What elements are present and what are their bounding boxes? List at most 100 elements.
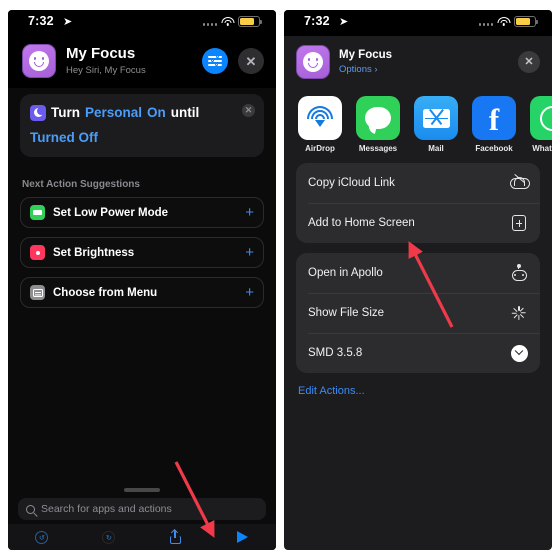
redo-button[interactable]: ↻ [75,530,142,544]
focus-moon-icon [30,104,46,121]
show-file-size-row[interactable]: Show File Size [296,293,540,333]
plus-icon[interactable]: + [245,205,254,220]
cloud-link-icon [510,173,530,192]
smd-version-row[interactable]: SMD 3.5.8 [296,333,540,373]
screenshot-stage: 7:32 ➤ My Focus Hey Siri, My Focus ✕ Tur… [0,0,560,560]
share-app-label: Mail [428,144,444,153]
action-token-personal[interactable]: Personal [85,103,142,123]
next-action-suggestions-label: Next Action Suggestions [22,179,140,191]
share-app-messages[interactable]: Messages [356,96,400,153]
share-app-airdrop[interactable]: AirDrop [298,96,342,153]
focus-smiley-icon [296,45,330,79]
share-apps-row[interactable]: AirDrop Messages Mail f Facebook WhatsAp… [284,90,552,163]
suggestion-set-low-power-mode[interactable]: Set Low Power Mode + [20,197,264,229]
add-to-home-screen-icon [510,214,528,232]
battery-low-power-icon [514,16,538,27]
signal-dots-icon [202,18,217,26]
focus-smiley-icon [22,44,56,78]
wifi-icon [221,16,234,27]
suggestion-choose-from-menu[interactable]: Choose from Menu + [20,277,264,309]
share-app-label: Messages [358,144,398,153]
left-status-bar: 7:32 ➤ [8,10,276,36]
action-card-line: Turn Personal On until Turned Off [30,103,234,147]
search-icon [26,504,35,514]
row-label: Copy iCloud Link [308,177,395,189]
action-token-until: until [170,105,200,120]
search-placeholder: Search for apps and actions [41,503,172,515]
airdrop-icon [298,96,342,140]
mail-icon [414,96,458,140]
search-input[interactable]: Search for apps and actions [18,498,266,520]
status-indicators [478,16,538,27]
share-sheet-title: My Focus [339,48,393,61]
row-label: Show File Size [308,307,385,319]
close-button[interactable]: ✕ [518,51,540,73]
close-x-icon: ✕ [524,55,534,68]
remove-x-icon[interactable]: ✕ [242,104,255,117]
shortcut-subtitle: Hey Siri, My Focus [66,64,146,76]
share-app-label: Facebook [475,144,513,153]
share-app-label: WhatsApp [532,144,552,153]
edit-actions-link[interactable]: Edit Actions... [284,383,552,397]
open-in-apollo-row[interactable]: Open in Apollo [296,253,540,293]
suggestion-set-brightness[interactable]: Set Brightness + [20,237,264,269]
undo-button[interactable]: ↺ [8,530,75,544]
share-action-group-2: Open in Apollo Show File Size SMD 3.5.8 [296,253,540,373]
shortcut-header: My Focus Hey Siri, My Focus ✕ [8,36,276,88]
chevron-down-circle-icon [510,344,528,362]
close-button[interactable]: ✕ [238,48,264,74]
share-action-group-1: Copy iCloud Link Add to Home Screen [296,163,540,243]
battery-icon [30,205,45,221]
apollo-robot-icon [510,264,528,282]
messages-icon [356,96,400,140]
status-time: 7:32 [304,14,330,28]
row-label: Open in Apollo [308,267,383,279]
whatsapp-icon [530,96,552,140]
share-app-mail[interactable]: Mail [414,96,458,153]
suggestion-label: Set Brightness [53,246,135,259]
shortcut-body: Turn Personal On until Turned Off ✕ Next… [8,88,276,550]
share-app-label: AirDrop [305,144,335,153]
redo-icon: ↻ [102,530,115,544]
share-app-facebook[interactable]: f Facebook [472,96,516,153]
row-label: Add to Home Screen [308,217,415,229]
play-icon [237,531,248,543]
menu-icon [30,285,45,301]
right-status-bar: 7:32 ➤ [284,10,552,36]
share-sheet-titles: My Focus Options › [339,49,509,76]
wifi-icon [497,16,510,27]
status-indicators [202,16,262,27]
sheet-grabber[interactable] [124,488,160,492]
suggestion-label: Set Low Power Mode [53,206,169,219]
brightness-icon [30,245,45,261]
share-sheet-header: My Focus Options › ✕ [284,36,552,90]
action-token-turn: Turn [51,105,80,120]
right-phone-screen: 7:32 ➤ My Focus Options › ✕ AirDrop Mess… [284,10,552,550]
battery-low-power-icon [238,16,262,27]
undo-icon: ↺ [35,530,48,544]
add-to-home-screen-row[interactable]: Add to Home Screen [296,203,540,243]
row-label: SMD 3.5.8 [308,347,363,359]
options-link[interactable]: Options › [339,64,509,75]
action-token-turned-off[interactable]: Turned Off [30,128,98,148]
action-token-on[interactable]: On [147,103,166,123]
bottom-toolbar: ↺ ↻ [8,524,276,550]
plus-icon[interactable]: + [245,245,254,260]
left-phone-screen: 7:32 ➤ My Focus Hey Siri, My Focus ✕ Tur… [8,10,276,550]
shortcut-settings-button[interactable] [202,48,228,74]
close-x-icon: ✕ [245,53,257,69]
copy-icloud-link-row[interactable]: Copy iCloud Link [296,163,540,203]
share-app-whatsapp[interactable]: WhatsApp [530,96,552,153]
action-card-set-focus[interactable]: Turn Personal On until Turned Off ✕ [20,94,264,158]
sliders-icon [208,55,222,67]
file-size-sparkle-icon [510,304,528,322]
suggestion-label: Choose from Menu [53,286,158,299]
page-title: My Focus [66,45,136,63]
facebook-icon: f [472,96,516,140]
play-button[interactable] [209,531,276,543]
status-time: 7:32 [28,14,54,28]
plus-icon[interactable]: + [245,285,254,300]
shortcut-titles: My Focus Hey Siri, My Focus [66,46,192,76]
share-button[interactable] [142,528,209,544]
signal-dots-icon [478,18,493,26]
